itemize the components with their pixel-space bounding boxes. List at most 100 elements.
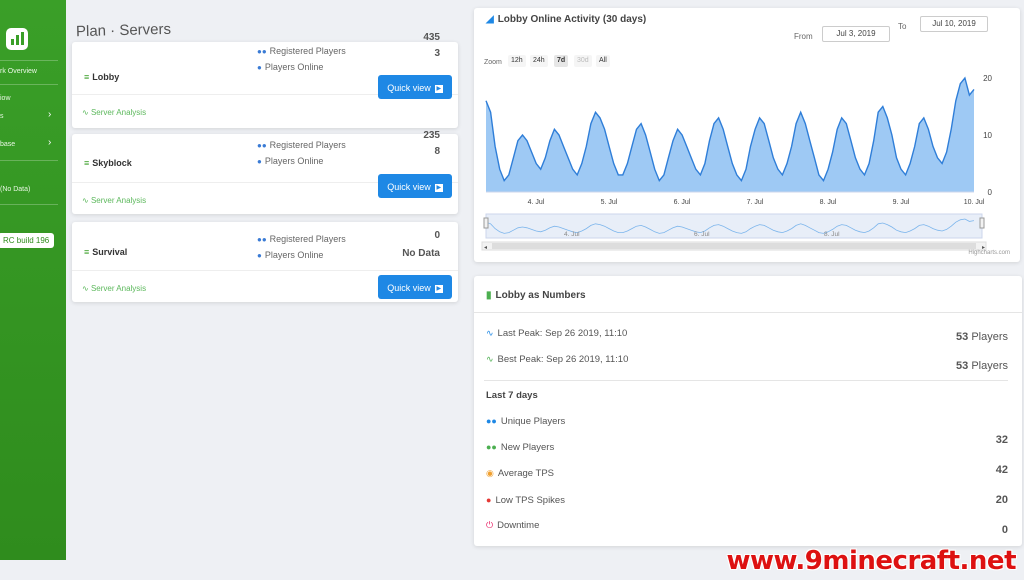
chevron-right-icon: › [48,109,52,120]
players-online-label: ● Players Online [257,62,324,72]
book-icon: ▮ [486,290,492,301]
quick-view-button[interactable]: Quick view ▶ [378,275,452,299]
user-icon: ● [257,251,262,260]
user-icon: ● [257,157,262,166]
last-peak-value: 53 Players [956,331,1008,343]
last-peak-row: ∿ Last Peak: Sep 26 2019, 11:10 [486,328,628,339]
x-tick-label: 7. Jul [747,199,764,206]
users-icon: ●● [257,235,267,244]
play-icon: ▶ [434,84,443,93]
card-title: ▮ Lobby as Numbers [486,290,586,301]
server-card-skyblock: ≡ Skyblock ●● Registered Players ● Players … [72,130,458,214]
server-card-lobby: ≡ Lobby ●● Registered Players ● Players Onl… [72,32,458,128]
x-tick-label: 10. Jul [964,199,985,206]
quick-view-button[interactable]: Quick view ▶ [378,174,452,198]
sidebar-item-overview[interactable]: iow [0,95,11,102]
page-title: Plan · Servers [75,20,172,41]
server-card-survival: ≡ Survival ●● Registered Players ● Players … [72,222,458,302]
registered-players-value: 235 [423,130,440,141]
exclamation-circle-icon: ● [486,495,492,505]
online-activity-card: ◢ Lobby Online Activity (30 days) From Ju… [474,8,1020,262]
registered-players-value: 0 [434,230,440,241]
users-icon: ●● [486,416,497,426]
registered-players-label: ●● Registered Players [257,140,346,150]
y-tick-label: 10 [983,131,992,140]
user-plus-icon: ●● [486,442,497,452]
navigator-label: 6. Jul [694,231,710,238]
server-analysis-link[interactable]: ∿ Server Analysis [82,284,146,293]
version-badge[interactable]: RC build 196 [0,233,55,248]
divider [484,380,1008,381]
sidebar-divider [0,84,58,85]
users-icon: ●● [257,47,267,56]
average-tps-value: 42 [995,464,1008,476]
sidebar-item-database[interactable]: base [0,141,15,148]
sidebar-divider [0,204,58,205]
best-peak-value: 53 Players [956,360,1008,372]
sidebar-divider [0,60,58,61]
play-icon: ▶ [434,284,443,293]
line-chart-icon: ∿ [486,354,494,364]
downtime-value: 0 [1001,524,1008,536]
sidebar-item-servers[interactable]: s [0,113,4,120]
unique-players-row: ●● Unique Players [486,416,566,427]
low-tps-spikes-row: ● Low TPS Spikes [486,495,565,506]
x-tick-label: 6. Jul [674,199,691,206]
play-icon: ▶ [434,183,443,192]
server-icon: ≡ [84,247,90,257]
section-label: Last 7 days [486,390,538,401]
navigator-handle-left [483,217,489,229]
scrollbar-thumb [492,243,976,249]
registered-players-value: 435 [423,32,440,43]
best-peak-row: ∿ Best Peak: Sep 26 2019, 11:10 [486,354,629,365]
average-tps-row: ◉ Average TPS [486,468,555,479]
players-online-value: 3 [434,48,440,59]
plan-logo-icon[interactable] [6,28,28,50]
new-players-value: 32 [995,434,1008,446]
gauge-icon: ◉ [486,468,494,478]
navigator-selection [485,213,983,239]
new-players-row: ●● New Players [486,442,555,453]
y-tick-label: 20 [983,74,992,83]
line-chart-icon: ∿ [486,328,494,338]
watermark: www.9minecraft.net [726,546,1017,576]
server-name: ≡ Lobby [84,72,120,82]
y-tick-label: 0 [988,188,993,197]
online-activity-chart: 0 10 20 4. Jul 5. Jul 6. Jul 7. Jul 8. Jul 9. Ju… [481,74,993,251]
server-name: ≡ Skyblock [84,158,132,168]
x-tick-label: 9. Jul [893,199,910,206]
x-tick-label: 4. Jul [528,199,545,206]
navigator-label: 8. Jul [824,231,840,238]
power-icon: ⏻ [486,520,494,530]
server-analysis-link[interactable]: ∿ Server Analysis [82,196,146,205]
players-online-value: No Data [402,248,440,259]
quick-view-button[interactable]: Quick view ▶ [378,75,452,99]
chevron-right-icon: › [48,137,52,148]
x-tick-label: 8. Jul [820,199,837,206]
lobby-numbers-card: ▮ Lobby as Numbers ∿ Last Peak: Sep 26 201… [474,276,1022,546]
sidebar: rk Overview iow s › base › (No Data) RC … [0,0,66,560]
low-tps-spikes-value: 20 [995,494,1008,506]
user-icon: ● [257,63,262,72]
server-icon: ≡ [84,158,90,168]
navigator-label: 4. Jul [564,231,580,238]
divider [474,312,1022,313]
server-name: ≡ Survival [84,247,128,257]
highcharts-credits[interactable]: Highcharts.com [968,250,1010,256]
server-icon: ≡ [84,72,90,82]
downtime-row: ⏻ Downtime [486,520,540,531]
navigator-handle-right [979,217,985,229]
players-online-label: ● Players Online [257,156,324,166]
sidebar-item-network-overview[interactable]: rk Overview [0,68,37,75]
divider [72,270,458,271]
sidebar-divider [0,160,58,161]
registered-players-label: ●● Registered Players [257,234,346,244]
players-online-label: ● Players Online [257,250,324,260]
sidebar-item-no-data[interactable]: (No Data) [0,186,30,193]
scroll-left-arrow-icon: ◂ [484,245,487,251]
server-analysis-link[interactable]: ∿ Server Analysis [82,108,146,117]
players-online-value: 8 [434,146,440,157]
x-tick-label: 5. Jul [601,199,618,206]
users-icon: ●● [257,141,267,150]
registered-players-label: ●● Registered Players [257,46,346,56]
